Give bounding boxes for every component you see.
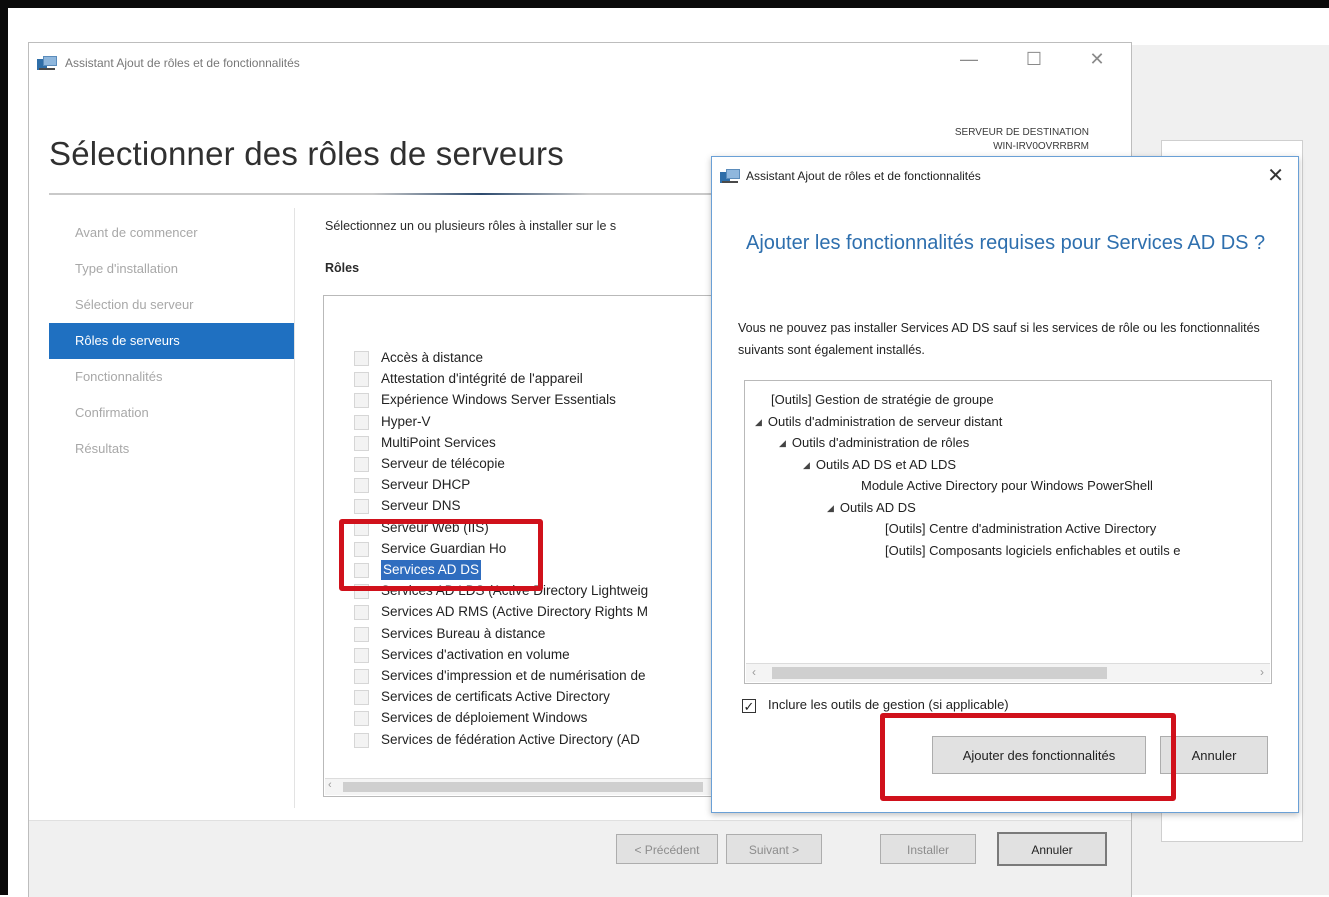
role-checkbox[interactable] (354, 605, 369, 621)
feature-label: Outils d'administration de serveur dista… (767, 413, 1003, 429)
feature-tree-item: ◢ Outils d'administration de serveur dist… (755, 412, 1002, 432)
feature-label: Outils d'administration de rôles (791, 435, 970, 450)
expand-triangle-icon[interactable]: ◢ (803, 455, 810, 475)
nav-step-3[interactable]: Sélection du serveur (49, 287, 294, 323)
scroll-left-icon[interactable]: ‹ (328, 779, 332, 791)
role-label: Services Bureau à distance (381, 625, 546, 641)
feature-tree-item: [Outils] Centre d'administration Active … (885, 519, 1156, 539)
include-tools-checkbox[interactable]: ✓ (742, 699, 756, 713)
scrollbar-thumb[interactable] (772, 667, 1107, 679)
required-features-tree[interactable]: [Outils] Composants logiciels enfichable… (744, 380, 1272, 684)
feature-label: [Outils] Gestion de stratégie de groupe (771, 392, 994, 407)
highlight-services-ad-ds (339, 519, 543, 591)
role-label: Services de certificats Active Directory (381, 689, 610, 705)
role-checkbox[interactable] (354, 732, 369, 748)
role-label: Accès à distance (381, 350, 484, 365)
header-divider (49, 193, 769, 195)
feature-tree-item: ◢ Outils AD DS et AD LDS (803, 455, 956, 475)
dialog-message: Vous ne pouvez pas installer Services AD… (738, 321, 1260, 357)
feature-label: [Outils] Centre d'administration Active … (885, 521, 1157, 536)
features-horizontal-scrollbar[interactable]: ‹ › (746, 663, 1270, 682)
window-title: Assistant Ajout de rôles et de fonctionn… (65, 56, 300, 70)
dialog-close-button[interactable]: ✕ (1267, 163, 1284, 188)
role-checkbox[interactable] (354, 711, 369, 727)
role-label: Serveur DNS (381, 498, 461, 514)
role-checkbox[interactable] (354, 499, 369, 515)
server-manager-icon (37, 56, 57, 70)
role-checkbox[interactable] (354, 690, 369, 706)
maximize-button[interactable]: ☐ (1019, 49, 1049, 70)
feature-label: [Outils] Composants logiciels enfichable… (885, 542, 1181, 558)
page-title: Sélectionner des rôles de serveurs (49, 135, 564, 172)
server-manager-icon (720, 169, 740, 183)
destination-label: SERVEUR DE DESTINATION (954, 127, 1089, 138)
role-label: Expérience Windows Server Essentials (381, 392, 616, 408)
install-button[interactable]: Installer (880, 834, 976, 864)
role-label: Services de fédération Active Directory … (381, 731, 640, 747)
content-divider (294, 208, 295, 808)
role-checkbox[interactable] (354, 351, 369, 366)
title-bar: Assistant Ajout de rôles et de fonctionn… (29, 43, 1131, 85)
role-checkbox[interactable] (354, 669, 369, 684)
nav-step-2[interactable]: Type d'installation (49, 251, 294, 287)
expand-triangle-icon[interactable]: ◢ (827, 498, 834, 518)
roles-horizontal-scrollbar[interactable]: ‹ (325, 778, 743, 795)
nav-step-4[interactable]: Rôles de serveurs (49, 323, 294, 359)
role-checkbox[interactable] (354, 393, 369, 409)
dialog-cancel-button[interactable]: Annuler (1160, 736, 1268, 774)
feature-tree-item: Module Active Directory pour Windows Pow… (861, 476, 1153, 496)
role-checkbox[interactable] (354, 626, 369, 642)
role-label: Services d'impression et de numérisation… (381, 668, 646, 683)
feature-tree-item: [Outils] Gestion de stratégie de groupe (771, 390, 994, 410)
role-label: Services de déploiement Windows (381, 710, 588, 726)
feature-label: Module Active Directory pour Windows Pow… (861, 478, 1153, 493)
outer-frame-left (0, 0, 8, 895)
nav-step-7[interactable]: Résultats (49, 431, 294, 467)
minimize-button[interactable]: — (954, 49, 984, 70)
role-checkbox[interactable] (354, 478, 369, 494)
scroll-right-icon[interactable]: › (1260, 665, 1264, 679)
role-label: MultiPoint Services (381, 434, 496, 450)
nav-step-5[interactable]: Fonctionnalités (49, 359, 294, 395)
wizard-footer: < Précédent Suivant > Installer Annuler (29, 820, 1131, 897)
scroll-left-icon[interactable]: ‹ (752, 665, 756, 679)
feature-tree-item: ◢ Outils AD DS (827, 498, 916, 518)
nav-step-1[interactable]: Avant de commencer (49, 215, 294, 251)
role-label: Serveur de télécopie (381, 456, 505, 471)
highlight-add-features (880, 713, 1176, 801)
feature-label: Outils AD DS (839, 499, 916, 515)
role-checkbox[interactable] (354, 457, 369, 472)
feature-tree-item: ◢ Outils d'administration de rôles (779, 433, 969, 453)
role-label: Attestation d'intégrité de l'appareil (381, 371, 583, 387)
feature-tree-item: [Outils] Composants logiciels enfichable… (885, 541, 1181, 561)
role-checkbox[interactable] (354, 372, 369, 388)
dialog-title: Assistant Ajout de rôles et de fonctionn… (746, 169, 981, 183)
expand-triangle-icon[interactable]: ◢ (755, 412, 762, 432)
include-tools-option[interactable]: ✓ Inclure les outils de gestion (si appli… (742, 697, 1009, 713)
close-button[interactable]: ✕ (1082, 49, 1112, 70)
role-checkbox[interactable] (354, 435, 369, 451)
role-checkbox[interactable] (354, 414, 369, 430)
instruction-text: Sélectionnez un ou plusieurs rôles à ins… (325, 219, 617, 233)
scrollbar-thumb[interactable] (343, 782, 703, 792)
nav-step-6[interactable]: Confirmation (49, 395, 294, 431)
feature-label: Outils AD DS et AD LDS (815, 456, 957, 472)
role-label: Services d'activation en volume (381, 646, 570, 662)
include-tools-label: Inclure les outils de gestion (si applic… (768, 697, 1009, 712)
outer-frame-top (0, 0, 1329, 8)
destination-server-name: WIN-IRV0OVRRBRM (993, 141, 1089, 152)
cancel-button[interactable]: Annuler (997, 832, 1107, 866)
expand-triangle-icon[interactable]: ◢ (779, 433, 786, 453)
next-button[interactable]: Suivant > (726, 834, 822, 864)
role-label: Services AD RMS (Active Directory Rights… (381, 604, 649, 620)
role-checkbox[interactable] (354, 647, 369, 663)
dialog-heading: Ajouter les fonctionnalités requises pou… (746, 232, 1266, 254)
role-label: Serveur DHCP (381, 477, 471, 493)
role-label: Hyper-V (381, 413, 431, 429)
previous-button[interactable]: < Précédent (616, 834, 718, 864)
roles-heading: Rôles (325, 261, 360, 275)
wizard-steps-nav: Avant de commencer Type d'installation Sél… (49, 215, 294, 467)
